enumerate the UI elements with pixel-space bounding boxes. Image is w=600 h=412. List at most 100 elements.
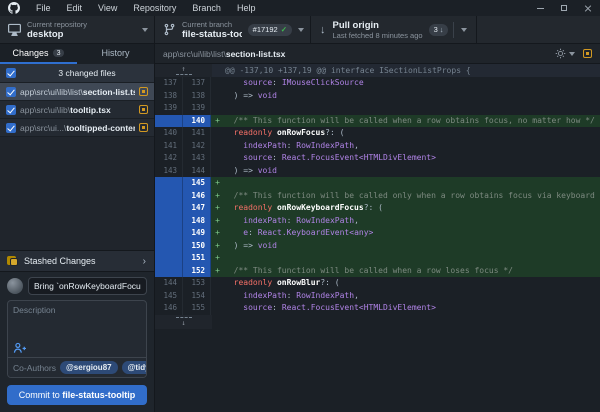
old-line-number[interactable] [155, 190, 183, 203]
diff-line-content: ) => void [211, 165, 600, 178]
new-line-number[interactable]: 153 [183, 277, 211, 290]
new-line-number[interactable]: 146 [183, 190, 211, 203]
new-line-number[interactable]: 139 [183, 102, 211, 115]
old-line-number[interactable] [155, 252, 183, 265]
tab-history[interactable]: History [77, 44, 154, 64]
old-line-number[interactable]: 145 [155, 290, 183, 303]
old-line-number[interactable]: 143 [155, 165, 183, 178]
old-line-number[interactable]: 138 [155, 90, 183, 103]
close-button[interactable] [576, 0, 600, 16]
avatar [7, 278, 23, 294]
old-line-number[interactable]: 140 [155, 127, 183, 140]
old-line-number[interactable]: 139 [155, 102, 183, 115]
diff-row-added: 147 readonly onRowKeyboardFocus?: ( [155, 202, 600, 215]
modified-status-icon [139, 87, 148, 96]
new-line-number[interactable]: 145 [183, 177, 211, 190]
diff-row-context: 142143 source: React.FocusEvent<HTMLDivE… [155, 152, 600, 165]
new-line-number[interactable]: 148 [183, 215, 211, 228]
commit-description-input[interactable] [13, 305, 141, 337]
pull-origin-button[interactable]: ↓ Pull origin Last fetched 8 minutes ago… [311, 16, 477, 43]
new-line-number[interactable]: 144 [183, 165, 211, 178]
new-line-number[interactable]: 137 [183, 77, 211, 90]
new-line-number[interactable]: 152 [183, 265, 211, 278]
old-line-number[interactable] [155, 177, 183, 190]
plus-marker-icon [211, 215, 224, 228]
diff-line-content: ) => void [211, 90, 600, 103]
old-line-number[interactable] [155, 115, 183, 128]
new-line-number[interactable]: 154 [183, 290, 211, 303]
menu-item-view[interactable]: View [90, 0, 125, 16]
new-line-number[interactable]: 142 [183, 140, 211, 153]
expand-down-button[interactable]: ↓ [155, 315, 212, 329]
diff-row-context: 138138 ) => void [155, 90, 600, 103]
diff-options-button[interactable] [555, 48, 575, 59]
menu-item-edit[interactable]: Edit [59, 0, 91, 16]
menu-item-file[interactable]: File [28, 0, 59, 16]
diff-line-content: source: React.FocusEvent<HTMLDivElement> [211, 302, 600, 315]
old-line-number[interactable] [155, 215, 183, 228]
maximize-button[interactable] [552, 0, 576, 16]
old-line-number[interactable] [155, 240, 183, 253]
new-line-number[interactable]: 138 [183, 90, 211, 103]
computer-icon [8, 23, 21, 36]
commit-button[interactable]: Commit to file-status-tooltip [7, 385, 147, 405]
menu-item-branch[interactable]: Branch [184, 0, 229, 16]
file-row[interactable]: app\src\ui...\tooltipped-content.tsx [0, 119, 154, 137]
diff-row-context: 141142 indexPath: RowIndexPath, [155, 140, 600, 153]
tab-changes[interactable]: Changes3 [0, 44, 77, 64]
plus-marker-icon [211, 202, 224, 215]
diff-line-content [211, 102, 600, 115]
minimize-icon [537, 8, 544, 9]
new-line-number[interactable]: 143 [183, 152, 211, 165]
chevron-down-icon[interactable] [298, 28, 304, 32]
stashed-changes-row[interactable]: Stashed Changes › [0, 250, 154, 272]
add-coauthor-icon[interactable] [13, 342, 27, 354]
coauthor-badge[interactable]: @tidy-dev [122, 361, 147, 374]
modified-status-icon [139, 123, 148, 132]
commit-summary-input[interactable] [28, 277, 147, 295]
chevron-down-icon[interactable] [461, 28, 467, 32]
new-line-number[interactable]: 149 [183, 227, 211, 240]
minimize-button[interactable] [528, 0, 552, 16]
chevron-down-icon [142, 28, 148, 32]
old-line-number[interactable] [155, 202, 183, 215]
old-line-number[interactable]: 142 [155, 152, 183, 165]
select-all-checkbox[interactable] [6, 68, 16, 78]
menu-bar: FileEditViewRepositoryBranchHelp [0, 0, 600, 16]
diff-row-context: 144153 readonly onRowBlur?: ( [155, 277, 600, 290]
new-line-number[interactable]: 150 [183, 240, 211, 253]
old-line-number[interactable] [155, 227, 183, 240]
current-repository-button[interactable]: Current repository desktop [0, 16, 155, 43]
diff-hunk-header: ↑@@ -137,10 +137,19 @@ interface ISectio… [155, 64, 600, 77]
old-line-number[interactable]: 141 [155, 140, 183, 153]
new-line-number[interactable]: 155 [183, 302, 211, 315]
old-line-number[interactable]: 144 [155, 277, 183, 290]
up-arrow-icon: ↑ [181, 66, 185, 72]
menu-item-repository[interactable]: Repository [125, 0, 184, 16]
diff-row-added: 146 /** This function will be called onl… [155, 190, 600, 203]
diff-row-added: 148 indexPath: RowIndexPath, [155, 215, 600, 228]
expand-up-button[interactable]: ↑ [155, 64, 212, 77]
file-checkbox[interactable] [6, 105, 16, 115]
new-line-number[interactable]: 151 [183, 252, 211, 265]
current-branch-button[interactable]: Current branch file-status-too... #17192… [155, 16, 311, 43]
menu-item-help[interactable]: Help [229, 0, 264, 16]
file-checkbox[interactable] [6, 123, 16, 133]
old-line-number[interactable]: 146 [155, 302, 183, 315]
coauthor-badge[interactable]: @sergiou87 [60, 361, 118, 374]
old-line-number[interactable] [155, 265, 183, 278]
diff-line-content: readonly onRowBlur?: ( [211, 277, 600, 290]
plus-marker-icon [211, 265, 224, 278]
new-line-number[interactable]: 147 [183, 202, 211, 215]
diff-panel: app\src\ui\lib\list\section-list.tsx [155, 44, 600, 412]
diff-row-added: 145 [155, 177, 600, 190]
new-line-number[interactable]: 141 [183, 127, 211, 140]
old-line-number[interactable]: 137 [155, 77, 183, 90]
coauthors-row: Co-Authors @sergiou87@tidy-dev [8, 357, 146, 377]
file-row[interactable]: app\src\ui\lib\tooltip.tsx [0, 101, 154, 119]
file-row[interactable]: app\src\ui\lib\list\section-list.tsx [0, 83, 154, 101]
new-line-number[interactable]: 140 [183, 115, 211, 128]
file-path: app\src\ui...\tooltipped-content.tsx [20, 123, 135, 133]
file-checkbox[interactable] [6, 87, 16, 97]
diff-row-added: 140 /** This function will be called whe… [155, 115, 600, 128]
